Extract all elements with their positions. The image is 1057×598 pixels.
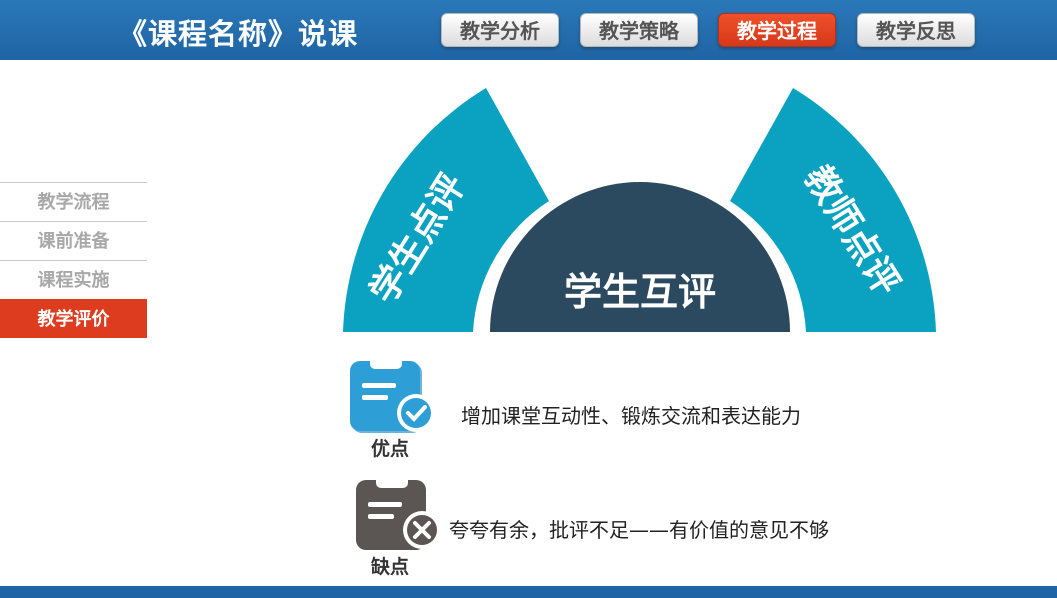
- cons-label: 缺点: [370, 556, 409, 578]
- footer-bar: [0, 586, 1057, 598]
- cons-text: 夸夸有余，批评不足——有价值的意见不够: [449, 518, 829, 542]
- clipboard-x-icon: [354, 474, 446, 558]
- evaluation-diagram: 学生互评 学生点评 教师点评: [343, 88, 936, 332]
- pros-label: 优点: [370, 438, 409, 460]
- center-label: 学生互评: [564, 270, 716, 314]
- pros-text: 增加课堂互动性、锻炼交流和表达能力: [461, 404, 801, 428]
- clipboard-check-icon: [348, 355, 440, 439]
